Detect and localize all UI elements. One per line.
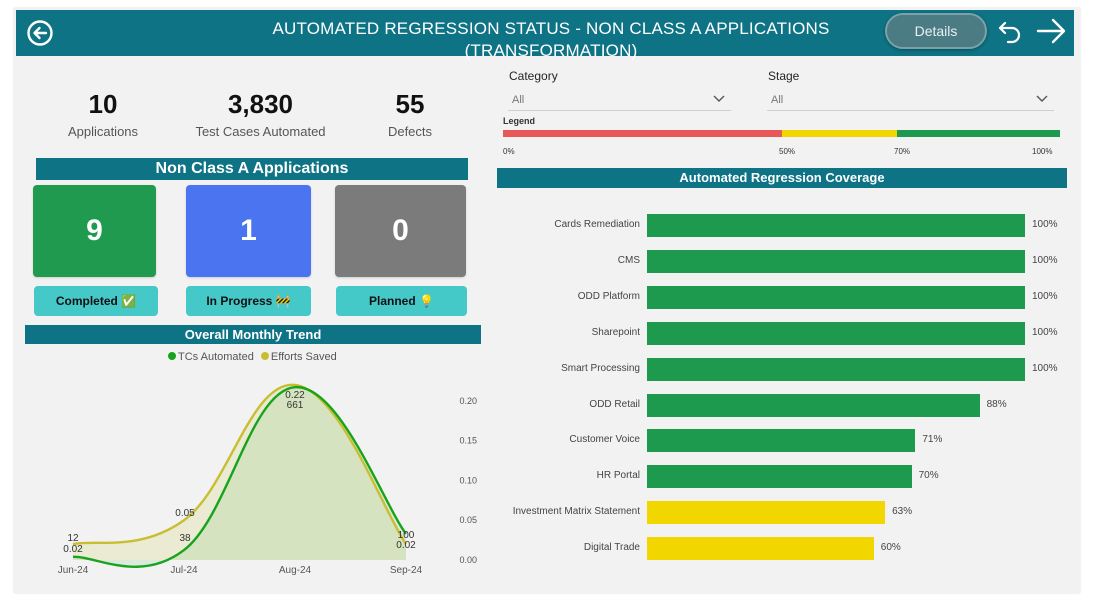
- efforts-legend-dot: [260, 352, 269, 360]
- kpi-defects: 55 Defects: [360, 88, 460, 139]
- planned-count-card[interactable]: 0: [335, 185, 466, 277]
- category-label: Category: [509, 69, 558, 83]
- category-dropdown[interactable]: All: [508, 89, 731, 111]
- tcs-area: [73, 387, 406, 567]
- legend-tick-0: 0%: [503, 147, 515, 156]
- y2-tick-label: 0.15: [459, 436, 477, 446]
- coverage-bar-value: 71%: [922, 434, 943, 446]
- completed-count-card[interactable]: 9: [33, 185, 156, 277]
- page-title: AUTOMATED REGRESSION STATUS - NON CLASS …: [272, 19, 830, 60]
- coverage-bar-label: Customer Voice: [569, 434, 640, 446]
- coverage-bar-value: 63%: [892, 506, 913, 518]
- legend-yellow-band: [782, 130, 897, 137]
- coverage-bar-value: 60%: [880, 542, 901, 554]
- kpi-applications: 10 Applications: [48, 88, 158, 139]
- header-bar: AUTOMATED REGRESSION STATUS - NON CLASS …: [16, 10, 1074, 60]
- coverage-bar[interactable]: [647, 249, 1025, 273]
- efforts-data-label: 0.02: [396, 540, 416, 551]
- chevron-down-icon: [1036, 95, 1048, 102]
- coverage-bar[interactable]: [647, 465, 912, 489]
- coverage-bar-value: 100%: [1032, 362, 1058, 374]
- coverage-bar[interactable]: [647, 429, 916, 453]
- monthly-trend-chart: 120.02380.050.226611000.02Jun-24 Jul-24 Au…: [58, 383, 477, 576]
- trend-legend: TCs Automated Efforts Saved: [168, 351, 337, 363]
- in-progress-label: In Progress: [206, 294, 273, 308]
- stage-value: All: [771, 94, 784, 106]
- legend-tick-100: 100%: [1032, 147, 1053, 156]
- kpi-test-cases: 3,830 Test Cases Automated: [188, 88, 333, 139]
- efforts-legend-label: Efforts Saved: [270, 351, 337, 363]
- tcs-data-label: 12: [67, 533, 79, 544]
- tcs-legend-label: TCs Automated: [178, 351, 254, 363]
- planned-label: Planned: [369, 294, 416, 308]
- legend-red-band: [503, 130, 782, 137]
- coverage-bar[interactable]: [647, 393, 980, 417]
- coverage-bar-label: Sharepoint: [591, 326, 640, 338]
- forward-arrow-icon[interactable]: [1035, 16, 1067, 46]
- efforts-data-label: 0.05: [175, 508, 195, 519]
- coverage-bar-label: CMS: [617, 254, 640, 266]
- coverage-bar[interactable]: [647, 501, 886, 525]
- stage-dropdown[interactable]: All: [767, 89, 1054, 111]
- chevron-down-icon: [713, 95, 725, 102]
- kpi-value: 55: [395, 89, 425, 119]
- back-arrow-icon[interactable]: [26, 19, 54, 47]
- y2-tick-label: 0.00: [459, 555, 477, 565]
- coverage-bar-label: ODD Platform: [577, 290, 640, 302]
- kpi-value: 10: [88, 89, 118, 119]
- legend-green-band: [897, 130, 1060, 137]
- coverage-bar[interactable]: [647, 321, 1025, 345]
- coverage-bar-label: HR Portal: [596, 470, 640, 482]
- y2-tick-label: 0.20: [459, 396, 477, 406]
- in-progress-count-card[interactable]: 1: [186, 185, 311, 277]
- x-tick-label: Jun-24: [58, 565, 89, 576]
- tcs-data-label: 661: [287, 400, 304, 411]
- x-tick-label: Sep-24: [390, 565, 423, 576]
- construction-icon: 🚧: [275, 294, 291, 308]
- coverage-bar-value: 100%: [1032, 219, 1058, 230]
- legend-tick-50: 50%: [779, 147, 796, 156]
- coverage-bar-label: Digital Trade: [583, 542, 640, 554]
- undo-icon[interactable]: [996, 17, 1024, 45]
- coverage-bar-value: 100%: [1032, 326, 1058, 338]
- coverage-bar-label: ODD Retail: [589, 398, 640, 410]
- coverage-bar-value: 70%: [918, 470, 939, 482]
- y2-tick-label: 0.10: [459, 475, 477, 485]
- x-tick-label: Jul-24: [170, 565, 198, 576]
- coverage-legend-title: Legend: [503, 116, 536, 126]
- check-icon: ✅: [121, 294, 137, 308]
- monthly-trend-title: Overall Monthly Trend: [25, 325, 481, 344]
- kpi-label: Applications: [67, 124, 139, 139]
- coverage-bar-value: 88%: [986, 398, 1007, 410]
- completed-label: Completed: [55, 294, 118, 308]
- lightbulb-icon: 💡: [419, 294, 434, 308]
- coverage-bar[interactable]: [647, 285, 1025, 309]
- details-button[interactable]: Details: [885, 13, 987, 49]
- coverage-bar[interactable]: [647, 357, 1025, 381]
- non-class-a-title: Non Class A Applications: [36, 158, 468, 180]
- coverage-bar-label: Cards Remediation: [554, 219, 640, 230]
- stage-label: Stage: [768, 69, 800, 83]
- legend-tick-70: 70%: [894, 147, 911, 156]
- tcs-legend-dot: [168, 352, 176, 360]
- kpi-label: Test Cases Automated: [195, 124, 326, 139]
- x-tick-label: Aug-24: [279, 565, 312, 576]
- coverage-bar-label: Investment Matrix Statement: [512, 506, 640, 518]
- efforts-data-label: 0.02: [63, 544, 83, 555]
- coverage-bar[interactable]: [647, 537, 874, 561]
- in-progress-button[interactable]: In Progress 🚧: [186, 286, 311, 316]
- completed-button[interactable]: Completed ✅: [34, 286, 158, 316]
- y2-tick-label: 0.05: [459, 515, 477, 525]
- coverage-bar[interactable]: [647, 214, 1025, 237]
- tcs-data-label: 38: [179, 533, 191, 544]
- coverage-bar-label: Smart Processing: [561, 362, 640, 374]
- coverage-bar-value: 100%: [1032, 290, 1058, 302]
- kpi-value: 3,830: [227, 89, 294, 119]
- coverage-chart-title: Automated Regression Coverage: [497, 168, 1067, 188]
- kpi-label: Defects: [387, 124, 433, 139]
- planned-button[interactable]: Planned 💡: [336, 286, 467, 316]
- category-value: All: [512, 94, 525, 106]
- coverage-bar-value: 100%: [1032, 254, 1058, 266]
